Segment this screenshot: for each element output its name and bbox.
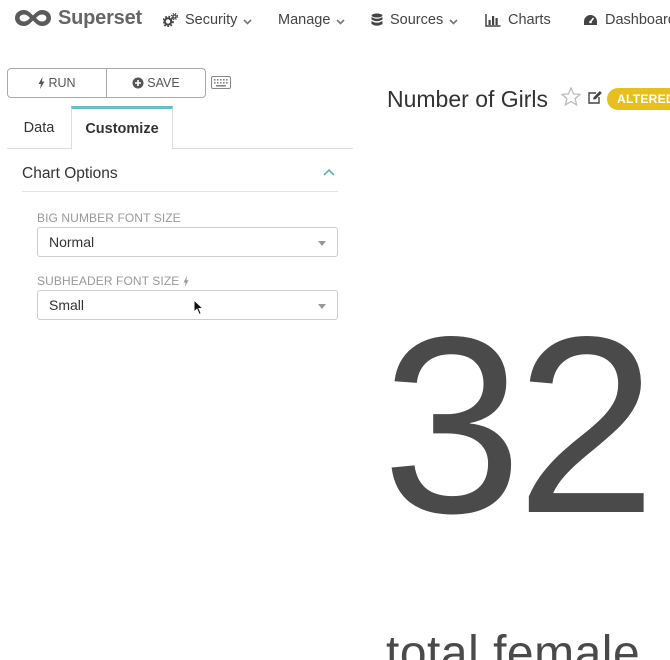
nav-dashboards[interactable]: Dashboards bbox=[583, 12, 670, 28]
subheader-font-size-value: Small bbox=[49, 297, 85, 313]
nav-security-label: Security bbox=[185, 12, 238, 28]
chart-options-header[interactable]: Chart Options bbox=[22, 165, 118, 183]
altered-status-badge[interactable]: ALTERED bbox=[607, 88, 670, 110]
control-panel-tabs: Data Customize bbox=[7, 106, 353, 150]
bar-chart-icon bbox=[485, 13, 501, 27]
superset-logo-icon bbox=[15, 10, 51, 26]
tab-data[interactable]: Data bbox=[7, 106, 71, 149]
brand-logo[interactable]: Superset bbox=[12, 6, 142, 30]
bolt-icon bbox=[183, 275, 189, 287]
nav-charts-label: Charts bbox=[508, 12, 551, 28]
tab-customize-label: Customize bbox=[85, 121, 159, 137]
chevron-up-icon[interactable] bbox=[323, 168, 335, 176]
star-icon[interactable] bbox=[561, 87, 581, 106]
caret-down-icon bbox=[318, 304, 326, 309]
subheader-font-size-label: SUBHEADER FONT SIZE bbox=[37, 274, 189, 288]
big-number-font-size-label-text: BIG NUMBER FONT SIZE bbox=[37, 211, 181, 225]
big-number-font-size-label: BIG NUMBER FONT SIZE bbox=[37, 211, 181, 225]
top-navbar: Superset Security Manage Sources Charts … bbox=[0, 0, 670, 40]
nav-manage-label: Manage bbox=[278, 12, 331, 28]
subheader-font-size-select[interactable]: Small bbox=[37, 290, 338, 320]
nav-security[interactable]: Security bbox=[163, 12, 252, 28]
plus-circle-icon bbox=[132, 77, 144, 89]
database-icon bbox=[371, 13, 383, 27]
chevron-down-icon bbox=[243, 19, 252, 25]
chevron-down-icon bbox=[449, 19, 458, 25]
subheader-font-size-label-text: SUBHEADER FONT SIZE bbox=[37, 274, 180, 288]
big-number-font-size-select[interactable]: Normal bbox=[37, 227, 338, 257]
bolt-icon bbox=[38, 77, 45, 89]
big-number-subheader: total female bbox=[386, 627, 641, 660]
nav-charts[interactable]: Charts bbox=[485, 12, 551, 28]
tab-data-label: Data bbox=[23, 119, 55, 136]
dashboard-icon bbox=[583, 14, 598, 27]
nav-sources-label: Sources bbox=[390, 12, 444, 28]
run-button[interactable]: RUN bbox=[8, 69, 106, 97]
big-number-font-size-value: Normal bbox=[49, 234, 95, 250]
mouse-pointer-icon bbox=[193, 299, 204, 316]
panel-divider bbox=[22, 191, 338, 192]
keyboard-icon[interactable] bbox=[211, 76, 231, 89]
tab-customize[interactable]: Customize bbox=[71, 106, 173, 150]
nav-dashboards-label: Dashboards bbox=[605, 12, 670, 28]
run-button-label: RUN bbox=[48, 76, 76, 90]
chevron-down-icon bbox=[336, 19, 345, 25]
big-number-value: 32 bbox=[382, 285, 656, 566]
nav-sources[interactable]: Sources bbox=[371, 12, 458, 28]
save-button-label: SAVE bbox=[147, 76, 180, 90]
nav-manage[interactable]: Manage bbox=[278, 12, 345, 28]
caret-down-icon bbox=[318, 241, 326, 246]
edit-icon[interactable] bbox=[588, 91, 602, 104]
query-button-group: RUN SAVE bbox=[7, 68, 206, 98]
save-button[interactable]: SAVE bbox=[106, 69, 205, 97]
chart-title[interactable]: Number of Girls bbox=[387, 86, 548, 113]
cogs-icon bbox=[163, 13, 178, 27]
brand-name: Superset bbox=[58, 6, 142, 29]
